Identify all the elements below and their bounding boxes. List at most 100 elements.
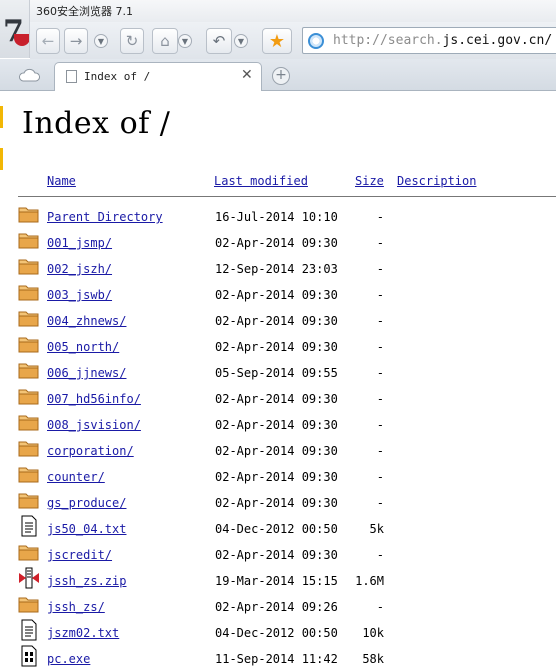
file-size: - [376, 314, 384, 328]
file-link[interactable]: jssh_zs/ [47, 600, 105, 614]
file-link[interactable]: gs_produce/ [47, 496, 126, 510]
file-link[interactable]: pc.exe [47, 652, 90, 666]
file-link[interactable]: 001_jsmp/ [47, 236, 112, 250]
history-dropdown-button[interactable]: ▼ [94, 34, 108, 48]
chevron-down-icon: ▼ [181, 36, 189, 46]
folder-icon [18, 333, 40, 355]
undo-close-tab-button[interactable]: ↶ [206, 28, 232, 54]
file-size: - [376, 470, 384, 484]
column-header-description[interactable]: Description [397, 174, 476, 188]
file-size: - [376, 366, 384, 380]
home-button[interactable]: ⌂ [152, 28, 178, 54]
file-size: - [376, 496, 384, 510]
table-row: 008_jsvision/02-Apr-2014 09:30 - [4, 410, 556, 436]
table-row: Parent Directory 16-Jul-2014 10:10 - [4, 202, 556, 228]
file-size: 1.6M [355, 574, 384, 588]
modified-date: 02-Apr-2014 09:30 [215, 418, 338, 432]
file-size: - [376, 392, 384, 406]
file-link[interactable]: corporation/ [47, 444, 134, 458]
folder-icon [18, 541, 40, 563]
folder-icon [18, 411, 40, 433]
file-link[interactable]: counter/ [47, 470, 105, 484]
modified-date: 02-Apr-2014 09:30 [215, 444, 338, 458]
folder-icon [18, 203, 40, 225]
file-link[interactable]: jssh_zs.zip [47, 574, 126, 588]
table-row: 005_north/02-Apr-2014 09:30 - [4, 332, 556, 358]
cloud-icon[interactable] [18, 68, 40, 82]
file-size: - [376, 236, 384, 250]
folder-icon [18, 463, 40, 485]
table-row: 001_jsmp/02-Apr-2014 09:30 - [4, 228, 556, 254]
modified-date: 02-Apr-2014 09:30 [215, 340, 338, 354]
file-link[interactable]: 007_hd56info/ [47, 392, 141, 406]
file-link[interactable]: 005_north/ [47, 340, 119, 354]
file-size: 58k [362, 652, 384, 666]
tab-index[interactable]: Index of / ✕ [54, 62, 262, 91]
file-link[interactable]: jszm02.txt [47, 626, 119, 640]
address-bar[interactable]: http://search.js.cei.gov.cn/ [302, 27, 556, 54]
file-link[interactable]: 003_jswb/ [47, 288, 112, 302]
text-file-icon [18, 619, 40, 641]
favorites-button[interactable]: ★ [262, 28, 292, 54]
modified-date: 02-Apr-2014 09:30 [215, 314, 338, 328]
text-file-icon [18, 515, 40, 537]
arrow-left-icon: ← [41, 32, 55, 50]
file-link[interactable]: Parent Directory [47, 210, 163, 224]
file-size: - [376, 444, 384, 458]
sidebar-marker[interactable] [0, 106, 3, 128]
new-tab-button[interactable]: + [272, 67, 290, 85]
folder-icon [18, 437, 40, 459]
folder-icon [18, 255, 40, 277]
table-row: js50_04.txt 04-Dec-2012 00:50 5k [4, 514, 556, 540]
browser-logo-icon: 7 [0, 0, 30, 58]
file-link[interactable]: jscredit/ [47, 548, 112, 562]
chevron-down-icon: ▼ [237, 36, 245, 46]
modified-date: 02-Apr-2014 09:30 [215, 470, 338, 484]
table-row: jszm02.txt 04-Dec-2012 00:50 10k [4, 618, 556, 644]
modified-date: 05-Sep-2014 09:55 [215, 366, 338, 380]
modified-date: 04-Dec-2012 00:50 [215, 522, 338, 536]
folder-icon [18, 489, 40, 511]
arrow-right-icon: → [69, 32, 83, 50]
plus-icon: + [275, 67, 287, 83]
sidebar-marker[interactable] [0, 148, 3, 170]
table-row: pc.exe 11-Sep-2014 11:42 58k [4, 644, 556, 668]
undo-dropdown-button[interactable]: ▼ [234, 34, 248, 48]
archive-file-icon [18, 567, 40, 589]
file-link[interactable]: 006_jjnews/ [47, 366, 126, 380]
file-link[interactable]: js50_04.txt [47, 522, 126, 536]
modified-date: 04-Dec-2012 00:50 [215, 626, 338, 640]
file-size: - [376, 262, 384, 276]
url-domain: js.cei.gov.cn/ [442, 33, 553, 48]
undo-icon: ↶ [212, 32, 226, 50]
table-row: corporation/02-Apr-2014 09:30 - [4, 436, 556, 462]
home-icon: ⌂ [160, 32, 170, 50]
folder-icon [18, 593, 40, 615]
file-size: - [376, 288, 384, 302]
column-header-last-modified[interactable]: Last modified [214, 174, 308, 188]
page-title: Index of / [22, 106, 171, 141]
table-row: 006_jjnews/05-Sep-2014 09:55 - [4, 358, 556, 384]
folder-icon [18, 307, 40, 329]
back-button[interactable]: ← [36, 28, 60, 54]
folder-icon [18, 281, 40, 303]
toolbar: ← → ▼ ↻ ⌂ ▼ ↶ ▼ ★ http://search.js.cei.g… [30, 22, 556, 59]
table-row: 007_hd56info/02-Apr-2014 09:30 - [4, 384, 556, 410]
modified-date: 16-Jul-2014 10:10 [215, 210, 338, 224]
column-header-size[interactable]: Size [355, 174, 384, 188]
forward-button[interactable]: → [64, 28, 88, 54]
table-row: gs_produce/02-Apr-2014 09:30 - [4, 488, 556, 514]
column-header-name[interactable]: Name [47, 174, 76, 188]
refresh-icon: ↻ [125, 32, 139, 50]
file-link[interactable]: 004_zhnews/ [47, 314, 126, 328]
file-size: - [376, 418, 384, 432]
close-icon[interactable]: ✕ [241, 67, 253, 83]
file-link[interactable]: 002_jszh/ [47, 262, 112, 276]
tab-title: Index of / [84, 70, 151, 83]
file-link[interactable]: 008_jsvision/ [47, 418, 141, 432]
refresh-button[interactable]: ↻ [120, 28, 144, 54]
home-dropdown-button[interactable]: ▼ [178, 34, 192, 48]
address-url[interactable]: http://search.js.cei.gov.cn/ [333, 33, 552, 48]
folder-icon [18, 385, 40, 407]
title-bar: 360安全浏览器 7.1 [0, 0, 556, 22]
